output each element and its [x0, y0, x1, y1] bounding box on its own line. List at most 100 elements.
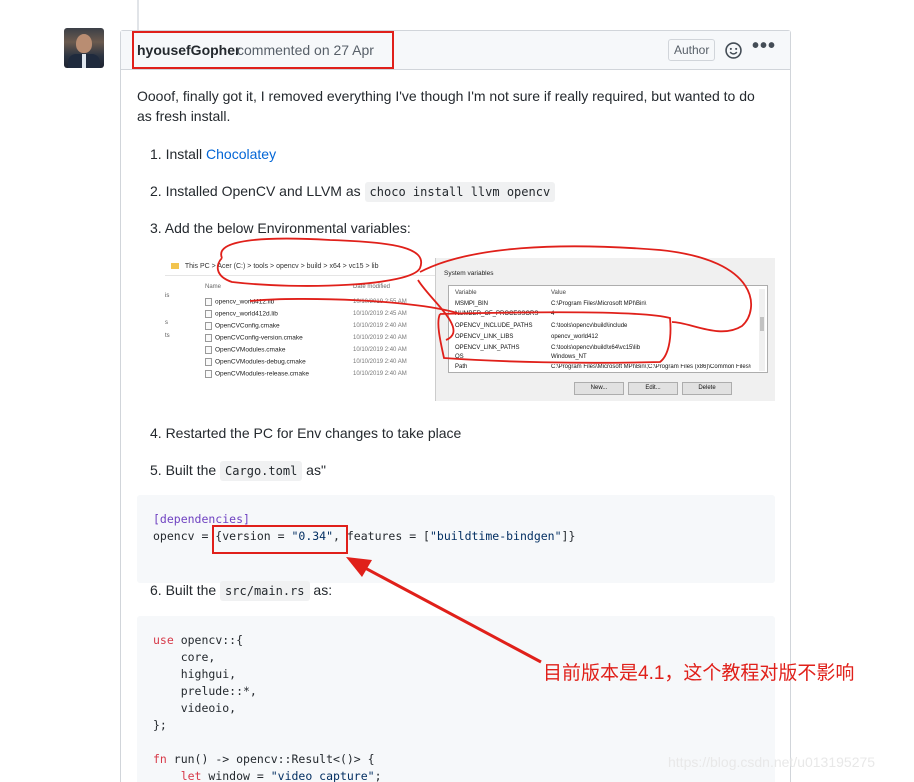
more-actions-icon[interactable]: •••	[752, 35, 776, 58]
step-3: 3. Add the below Environmental variables…	[150, 220, 411, 236]
system-variables-list: Variable Value MSMPI_BIN C:\Program File…	[448, 285, 768, 373]
step-1: 1. Install Chocolatey	[150, 144, 276, 164]
file-date: 10/10/2019 2:55 AM	[353, 299, 407, 305]
step-2-text: 2. Installed OpenCV and LLVM as	[150, 183, 365, 199]
var-name[interactable]: OPENCV_LINK_PATHS	[455, 345, 519, 351]
file-name: OpenCVConfig-version.cmake	[215, 334, 303, 342]
var-name[interactable]: OS	[455, 354, 464, 360]
comment-intro: Oooof, finally got it, I removed everyth…	[137, 88, 755, 124]
file-row: OpenCVConfig-version.cmake	[205, 334, 303, 342]
env-variables-screenshot: This PC > Acer (C:) > tools > opencv > b…	[165, 258, 775, 401]
timeline-line	[137, 0, 139, 30]
step-6-text: 6. Built the	[150, 582, 221, 598]
step-6-suffix: as:	[309, 582, 333, 598]
code-text: ]}	[561, 529, 576, 543]
breadcrumb-x64: x64	[329, 263, 341, 270]
code-keyword: use	[153, 633, 174, 647]
var-value: C:\tools\opencv\build\include	[551, 323, 628, 329]
edit-variable-button[interactable]: Edit...	[628, 382, 678, 395]
code-text: highgui,	[153, 667, 237, 681]
author-badge: Author	[668, 39, 716, 61]
file-row: OpenCVModules-release.cmake	[205, 370, 309, 378]
step-2: 2. Installed OpenCV and LLVM as choco in…	[150, 181, 556, 202]
new-variable-button[interactable]: New...	[574, 382, 624, 395]
file-col-name: Name	[205, 284, 222, 290]
file-row: OpenCVConfig.cmake	[205, 322, 280, 330]
breadcrumb-vc15: vc15	[348, 263, 364, 270]
file-icon	[205, 334, 212, 342]
file-name: OpenCVModules-release.cmake	[215, 370, 309, 378]
code-keyword: fn	[153, 752, 167, 766]
var-value: 4	[551, 311, 555, 317]
var-col-value: Value	[551, 290, 566, 296]
avatar[interactable]	[64, 28, 104, 68]
var-name[interactable]: MSMPI_BIN	[455, 301, 488, 307]
file-date: 10/10/2019 2:45 AM	[353, 311, 407, 317]
step-4: 4. Restarted the PC for Env changes to t…	[150, 425, 462, 441]
explorer-breadcrumb: This PC > Acer (C:) > tools > opencv > b…	[165, 258, 437, 276]
step-5-suffix: as"	[302, 462, 326, 478]
code-string: "buildtime-bindgen"	[429, 529, 562, 543]
code-text: };	[153, 718, 167, 732]
file-row: opencv_world412d.lib	[205, 310, 278, 318]
file-icon	[205, 322, 212, 330]
step-6: 6. Built the src/main.rs as:	[150, 580, 332, 601]
var-name[interactable]: OPENCV_INCLUDE_PATHS	[455, 323, 532, 329]
file-name: OpenCVModules.cmake	[215, 346, 286, 354]
comment-header: hyousefGopher commented on 27 Apr Author…	[121, 31, 790, 70]
var-value: C:\Program Files\Microsoft MPI\Bin\	[551, 301, 647, 307]
file-icon	[205, 358, 212, 366]
var-name[interactable]: NUMBER_OF_PROCESSORS	[455, 311, 538, 317]
code-text: ;	[374, 769, 382, 782]
file-name: OpenCVConfig.cmake	[215, 322, 280, 330]
chocolatey-link[interactable]: Chocolatey	[206, 146, 276, 162]
var-value: C:\Program Files\Microsoft MPI\Bin\;C:\P…	[551, 364, 751, 370]
var-name[interactable]: OPENCV_LINK_LIBS	[455, 334, 513, 340]
lib-file-icon	[205, 298, 212, 306]
file-row: OpenCVModules.cmake	[205, 346, 285, 354]
file-icon	[205, 346, 212, 354]
breadcrumb-lib: lib	[371, 263, 379, 270]
file-date: 10/10/2019 2:40 AM	[353, 335, 407, 341]
file-col-date: Date modified	[353, 284, 391, 290]
breadcrumb-drive: Acer (C:)	[217, 263, 246, 270]
file-date: 10/10/2019 2:40 AM	[353, 359, 407, 365]
lib-file-icon	[205, 310, 212, 318]
var-col-variable: Variable	[455, 290, 477, 296]
file-row: OpenCVModules-debug.cmake	[205, 358, 306, 366]
highlight-box-version	[212, 525, 348, 554]
smiley-icon[interactable]	[725, 42, 742, 59]
code-text: videoio,	[153, 701, 237, 715]
watermark: https://blog.csdn.net/u013195275	[668, 754, 876, 770]
side-mark: is	[165, 293, 170, 299]
comment-timestamp[interactable]: commented on 27 Apr	[237, 42, 374, 58]
step-6-code: src/main.rs	[220, 581, 310, 601]
var-name[interactable]: Path	[455, 364, 467, 370]
file-name: opencv_world412.lib	[215, 298, 275, 306]
folder-icon	[171, 263, 179, 270]
list-scrollbar[interactable]	[759, 289, 765, 371]
system-variables-title: System variables	[444, 270, 494, 277]
file-row: opencv_world412.lib	[205, 298, 274, 306]
author-link[interactable]: hyousefGopher	[137, 42, 240, 58]
side-mark: ts	[165, 333, 170, 339]
code-string: "video capture"	[270, 769, 375, 782]
file-date: 10/10/2019 2:40 AM	[353, 323, 407, 329]
code-text: window =	[201, 769, 271, 782]
annotation-text: 目前版本是4.1，这个教程对版不影响	[543, 663, 855, 684]
file-name: opencv_world412d.lib	[215, 310, 278, 318]
file-date: 10/10/2019 2:40 AM	[353, 347, 407, 353]
breadcrumb-build: build	[306, 263, 322, 270]
avatar-face	[76, 34, 92, 53]
side-mark: s	[165, 320, 168, 326]
delete-variable-button[interactable]: Delete	[682, 382, 732, 395]
step-5-text: 5. Built the	[150, 462, 221, 478]
var-value: opencv_world412	[551, 334, 599, 340]
system-variables-panel: System variables Variable Value MSMPI_BI…	[435, 258, 775, 401]
file-date: 10/10/2019 2:40 AM	[353, 371, 407, 377]
breadcrumb-this-pc: This PC	[184, 263, 210, 270]
step-2-code: choco install llvm opencv	[364, 182, 556, 202]
code-text: prelude::*,	[153, 684, 257, 698]
breadcrumb-opencv: opencv	[276, 263, 299, 270]
step-5: 5. Built the Cargo.toml as"	[150, 460, 326, 481]
